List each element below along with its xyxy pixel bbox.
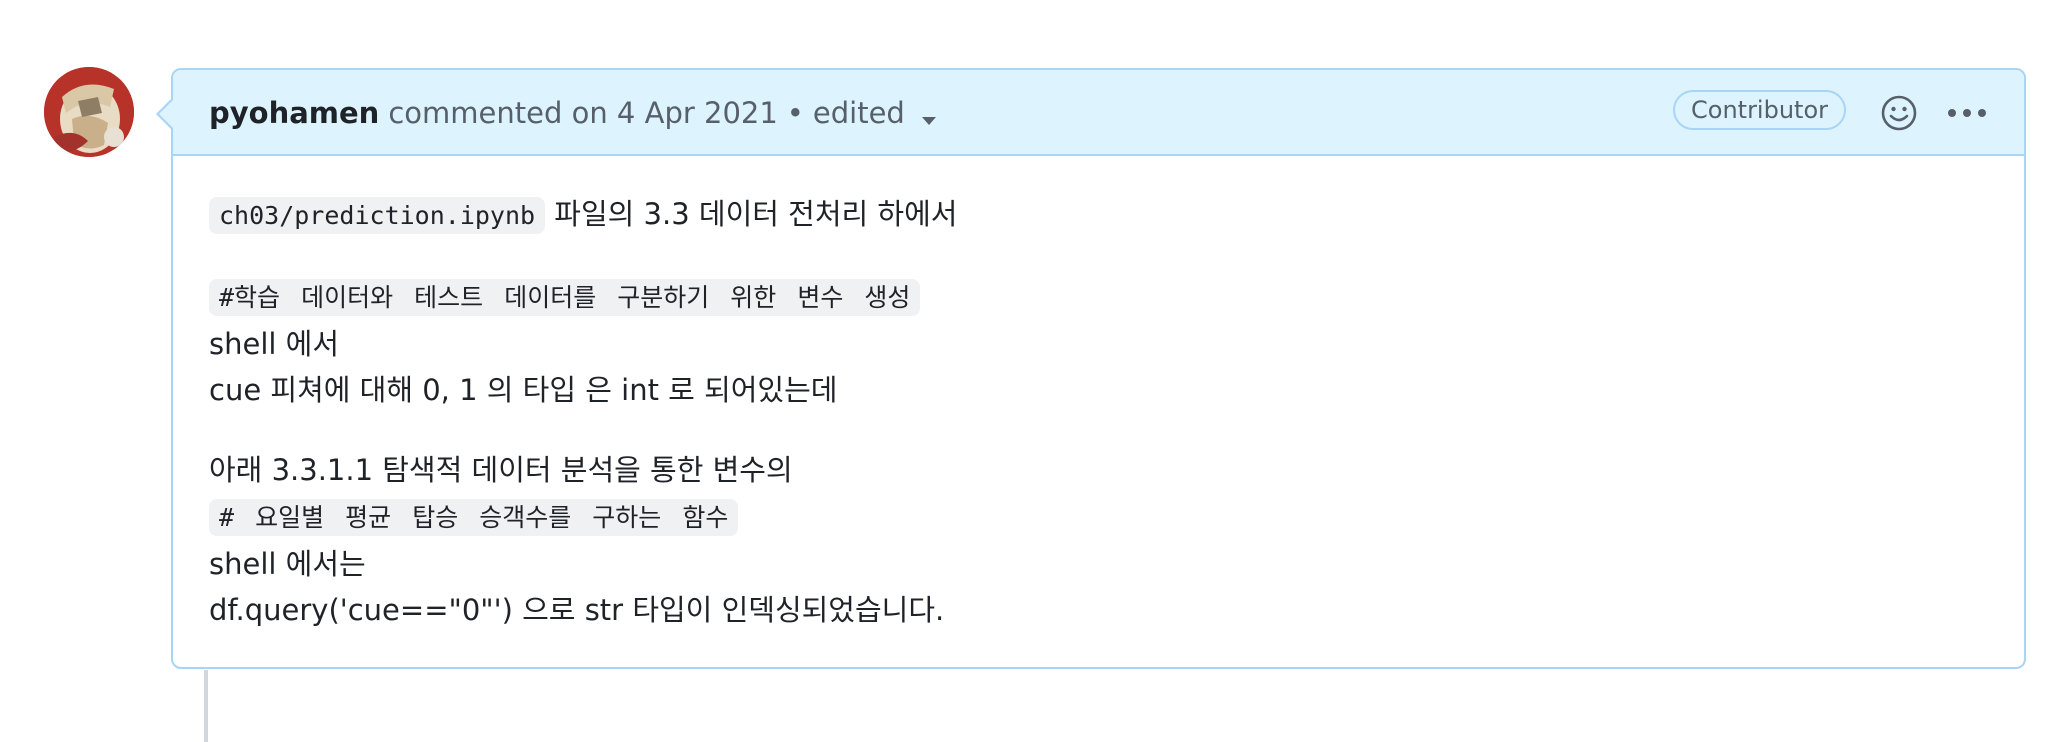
smiley-icon[interactable] <box>1878 92 1920 134</box>
comment-body: ch03/prediction.ipynb 파일의 3.3 데이터 전처리 하에… <box>209 156 1988 633</box>
inline-code-filename: ch03/prediction.ipynb <box>209 197 546 234</box>
edited-label[interactable]: edited <box>813 96 905 130</box>
body-text: 아래 3.3.1.1 탐색적 데이터 분석을 통한 변수의 <box>209 453 793 487</box>
body-paragraph-3: 아래 3.3.1.1 탐색적 데이터 분석을 통한 변수의 # 요일별 평균 탑… <box>209 447 1988 633</box>
comment-header-meta: pyohamen commented on 4 Apr 2021 • edite… <box>209 70 937 156</box>
body-text: shell 에서 <box>209 327 340 361</box>
separator-dot: • <box>786 96 804 130</box>
body-text: cue 피쳐에 대해 0, 1 의 타입 은 int 로 되어있는데 <box>209 373 838 407</box>
chevron-down-icon[interactable] <box>921 99 937 133</box>
comment-timestamp[interactable]: commented on 4 Apr 2021 <box>388 96 777 130</box>
body-text: shell 에서는 <box>209 547 366 581</box>
avatar[interactable] <box>44 67 134 157</box>
body-text: df.query('cue=="0"') 으로 str 타입이 인덱싱되었습니다… <box>209 593 945 627</box>
comment-box: pyohamen commented on 4 Apr 2021 • edite… <box>156 68 2026 669</box>
inline-code-comment: # 요일별 평균 탑승 승객수를 구하는 함수 <box>209 499 739 536</box>
comment-header: pyohamen commented on 4 Apr 2021 • edite… <box>173 70 2024 156</box>
timeline-line <box>204 670 208 742</box>
comment-caret-fill <box>159 99 174 129</box>
body-paragraph-2: #학습 데이터와 테스트 데이터를 구분하기 위한 변수 생성 shell 에서… <box>209 273 1988 413</box>
inline-code-comment: #학습 데이터와 테스트 데이터를 구분하기 위한 변수 생성 <box>209 279 921 316</box>
author-link[interactable]: pyohamen <box>209 96 379 130</box>
kebab-horizontal-icon[interactable] <box>1946 92 1988 134</box>
body-text: 파일의 3.3 데이터 전처리 하에서 <box>545 197 958 231</box>
contributor-badge: Contributor <box>1673 90 1847 130</box>
body-paragraph-1: ch03/prediction.ipynb 파일의 3.3 데이터 전처리 하에… <box>209 191 1988 239</box>
